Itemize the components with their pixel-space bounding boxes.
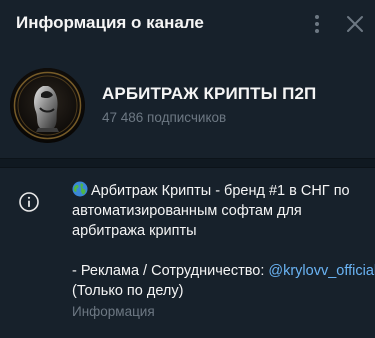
description-text-3: арбитража крипты (72, 223, 197, 239)
channel-name: АРБИТРАЖ КРИПТЫ П2П (102, 84, 317, 103)
info-icon (18, 191, 40, 213)
contact-prefix: - Реклама / Сотрудничество: (72, 263, 269, 279)
header: Информация о канале (0, 0, 375, 48)
channel-avatar[interactable] (10, 68, 85, 143)
subscriber-count: 47 486 подписчиков (102, 110, 227, 125)
channel-description-block: Арбитраж Крипты - бренд #1 в СНГ по авто… (72, 181, 375, 319)
contact-note: (Только по делу) (72, 283, 184, 299)
menu-dot (315, 22, 319, 26)
channel-info-panel: Информация о канале АРБИТРАЖ КРИПТЫ П2П … (0, 0, 375, 338)
description-text-1: Арбитраж Крипты - бренд #1 в СНГ по (91, 183, 350, 199)
info-section-label: Информация (72, 304, 155, 319)
channel-description: Арбитраж Крипты - бренд #1 в СНГ по авто… (72, 181, 375, 301)
close-icon[interactable] (343, 12, 367, 36)
description-text-2: автоматизированным софтам для (72, 203, 302, 219)
more-options-icon[interactable] (305, 12, 329, 36)
contact-username-link[interactable]: @krylovv_official (268, 263, 375, 279)
panel-title: Информация о канале (16, 13, 204, 32)
menu-dot (315, 15, 319, 19)
menu-dot (315, 29, 319, 33)
channel-profile: АРБИТРАЖ КРИПТЫ П2П 47 486 подписчиков (0, 60, 375, 152)
description-line: Арбитраж Крипты - бренд #1 в СНГ по (72, 181, 367, 201)
contact-line: - Реклама / Сотрудничество: @krylovv_off… (72, 261, 375, 281)
section-divider (0, 158, 375, 168)
globe-emoji-icon (72, 181, 88, 197)
